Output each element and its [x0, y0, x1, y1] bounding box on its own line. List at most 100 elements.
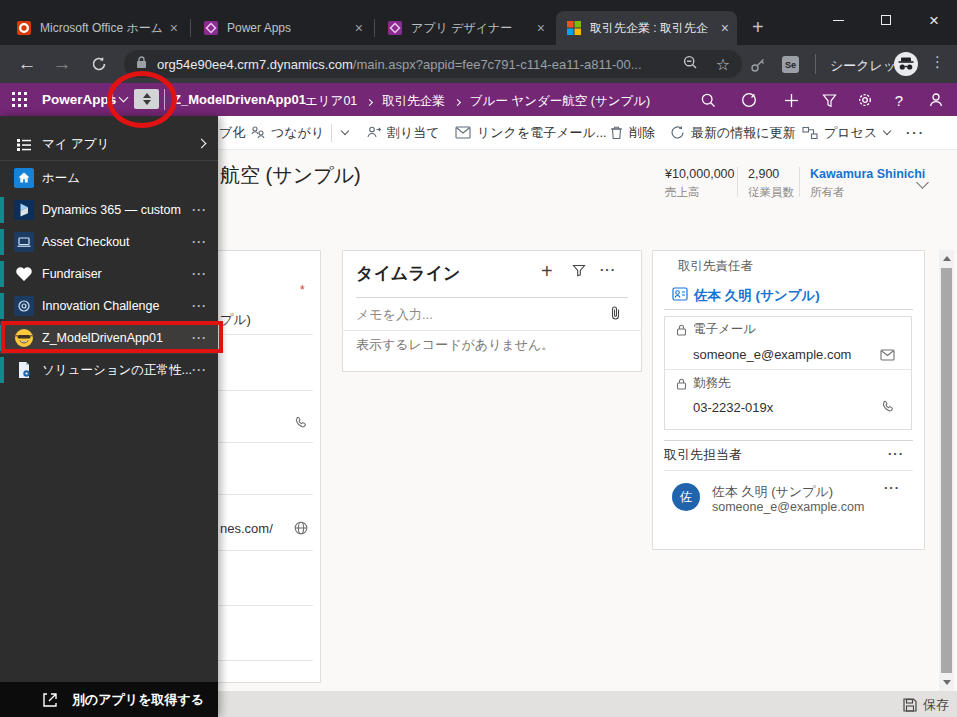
item-more-icon[interactable]: ··· [192, 203, 207, 217]
contact-email[interactable]: someone_e@example.com [712, 500, 864, 514]
password-key-icon[interactable] [750, 56, 767, 77]
item-more-icon[interactable]: ··· [192, 363, 207, 377]
item-more-icon[interactable]: ··· [192, 267, 207, 281]
command-fragment[interactable]: ブ化 [219, 116, 245, 149]
phone-field-value[interactable]: 03-2232-019x [693, 400, 773, 415]
stat-separator [737, 167, 738, 197]
tab-title: Power Apps [227, 21, 347, 35]
note-input[interactable]: メモを入力... [356, 306, 433, 324]
phone-icon[interactable] [294, 416, 308, 434]
url-text: org54e90ee4.crm7.dynamics.com/main.aspx?… [157, 57, 683, 72]
tab-power-apps[interactable]: Power Apps × [193, 11, 371, 45]
scroll-up-icon[interactable] [943, 256, 951, 261]
my-apps-header[interactable]: マイ アプリ [0, 129, 218, 160]
tab-office-home[interactable]: Microsoft Office ホーム × [6, 11, 186, 45]
scroll-down-icon[interactable] [943, 680, 951, 685]
tab-close-icon[interactable]: × [721, 21, 729, 35]
app-accent-bar [0, 357, 4, 383]
breadcrumb-area[interactable]: エリア01 [305, 93, 357, 110]
item-more-icon[interactable]: ··· [192, 299, 207, 313]
microsoft-favicon-icon [566, 20, 582, 36]
save-label: 保存 [923, 696, 949, 714]
reload-button[interactable] [84, 45, 114, 83]
timeline-more-icon[interactable]: ··· [600, 262, 616, 277]
paperclip-icon[interactable] [610, 306, 621, 325]
gear-icon[interactable] [856, 91, 874, 109]
current-app-name[interactable]: Z_ModelDrivenApp01 [173, 92, 306, 107]
sidebar-item-asset-checkout[interactable]: Asset Checkout ··· [0, 226, 218, 258]
breadcrumb-record[interactable]: ブルー ヤンダー航空 (サンプル) [470, 93, 650, 110]
send-email-icon[interactable] [880, 347, 896, 365]
get-more-apps-button[interactable]: 別のアプリを取得する [0, 682, 218, 717]
timeline-add-icon[interactable]: + [541, 260, 553, 283]
lock-icon [676, 322, 687, 340]
breadcrumb-chevron-icon [454, 98, 461, 105]
email-field-label: 電子メール [693, 321, 756, 338]
sidebar-item-innovation-challenge[interactable]: Innovation Challenge ··· [0, 290, 218, 322]
contact-more-icon[interactable]: ··· [884, 480, 900, 495]
tab-close-icon[interactable]: × [355, 21, 363, 35]
innovation-challenge-icon [14, 296, 34, 316]
phone-icon[interactable] [881, 400, 895, 418]
close-button[interactable]: × [911, 0, 957, 40]
maximize-button[interactable] [863, 0, 909, 40]
globe-icon[interactable] [294, 521, 308, 539]
minimize-button[interactable] [815, 0, 861, 40]
search-icon[interactable] [699, 91, 717, 109]
item-more-icon[interactable]: ··· [192, 235, 207, 249]
fundraiser-icon [14, 264, 34, 284]
delete-command[interactable]: 削除 [610, 116, 655, 149]
command-overflow[interactable]: ··· [906, 116, 925, 149]
stat-owner-value[interactable]: Kawamura Shinichi [810, 167, 925, 181]
tab-close-icon[interactable]: × [170, 21, 178, 35]
browser-menu-icon[interactable]: ⋮ [930, 53, 945, 71]
back-button[interactable]: ← [12, 45, 42, 83]
tab-separator [190, 19, 191, 37]
process-chevron-icon[interactable] [884, 116, 890, 149]
help-icon[interactable]: ? [890, 91, 908, 109]
contact-card-icon [672, 287, 688, 305]
filter-icon[interactable] [820, 91, 838, 109]
bookmark-star-icon[interactable]: ☆ [716, 55, 730, 74]
refresh-command[interactable]: 最新の情報に更新 [670, 116, 796, 149]
secondary-more-icon[interactable]: ··· [888, 446, 904, 461]
office-favicon-icon [16, 20, 32, 36]
scrollbar-thumb[interactable] [941, 268, 952, 673]
connections-chevron-icon[interactable] [342, 116, 348, 149]
sidebar-item-home[interactable]: ホーム [0, 162, 218, 194]
forward-button[interactable]: → [47, 45, 77, 83]
minimize-icon [833, 20, 844, 21]
plus-icon[interactable] [782, 91, 800, 109]
contact-name[interactable]: 佐本 久明 (サンプル) [712, 483, 833, 501]
zoom-out-icon[interactable] [683, 55, 698, 74]
stat-revenue-value: ¥10,000,000 [665, 167, 735, 181]
tab-app-designer[interactable]: アプリ デザイナー × [377, 11, 553, 45]
new-tab-button[interactable]: + [752, 16, 764, 39]
primary-contact-link[interactable]: 佐本 久明 (サンプル) [694, 287, 820, 305]
timeline-filter-icon[interactable] [572, 264, 586, 282]
tab-close-icon[interactable]: × [537, 21, 545, 35]
sidebar-item-solution-health[interactable]: ソリューションの正常性... ··· [0, 354, 218, 386]
stat-employees-label: 従業員数 [748, 185, 794, 200]
home-icon [14, 168, 34, 188]
user-icon[interactable] [927, 91, 945, 109]
app-accent-bar [0, 229, 4, 255]
assign-command[interactable]: 割り当て [366, 116, 440, 149]
waffle-icon[interactable] [12, 92, 27, 107]
email-link-command[interactable]: リンクを電子メール... [455, 116, 607, 149]
brand-title: PowerApps [42, 92, 116, 107]
dynamics365-icon [14, 200, 34, 220]
process-command[interactable]: プロセス [802, 116, 877, 149]
sidebar-item-fundraiser[interactable]: Fundraiser ··· [0, 258, 218, 290]
app-list-icon [14, 135, 34, 155]
sidebar-item-dynamics365[interactable]: Dynamics 365 — custom ··· [0, 194, 218, 226]
connections-command[interactable]: つながり [250, 116, 324, 149]
quick-actions-icon[interactable] [740, 91, 758, 109]
tab-accounts-active[interactable]: 取引先企業 : 取引先企 × [556, 11, 737, 45]
breadcrumb-entity[interactable]: 取引先企業 [382, 93, 445, 110]
contact-avatar[interactable]: 佐 [672, 483, 700, 511]
email-field-value[interactable]: someone_e@example.com [693, 347, 851, 362]
address-bar[interactable]: org54e90ee4.crm7.dynamics.com/main.aspx?… [124, 50, 742, 78]
extension-badge[interactable]: Se [782, 56, 799, 73]
save-button[interactable]: 保存 [903, 696, 949, 714]
